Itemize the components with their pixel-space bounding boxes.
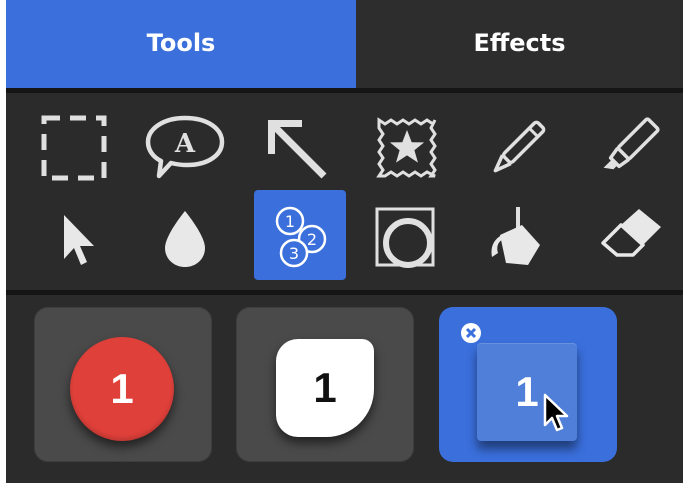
red-circle-badge: 1 bbox=[70, 337, 174, 441]
eraser-icon bbox=[601, 209, 661, 257]
tool-blur[interactable] bbox=[139, 192, 231, 282]
arrow-icon bbox=[268, 120, 327, 179]
tool-eraser[interactable] bbox=[583, 192, 675, 282]
rectangle-select-icon bbox=[41, 115, 107, 181]
tool-rectangle-select[interactable] bbox=[28, 103, 120, 193]
tool-grid: A 1 2 3 bbox=[6, 93, 683, 290]
white-leaf-badge: 1 bbox=[276, 339, 374, 437]
style-red-circle[interactable]: 1 bbox=[34, 307, 212, 462]
highlighter-icon bbox=[603, 117, 660, 170]
style-blue-square[interactable]: 1 bbox=[439, 307, 617, 462]
tool-highlighter[interactable] bbox=[583, 103, 675, 193]
shape-icon bbox=[375, 207, 435, 268]
tool-pointer[interactable] bbox=[28, 192, 120, 282]
style-white-leaf[interactable]: 1 bbox=[236, 307, 414, 462]
svg-text:3: 3 bbox=[289, 244, 299, 263]
remove-style-icon[interactable] bbox=[459, 321, 483, 345]
counter-style-row: 1 1 1 bbox=[6, 295, 683, 483]
tool-stamp[interactable] bbox=[361, 103, 453, 193]
tool-shape[interactable] bbox=[361, 192, 453, 282]
svg-text:1: 1 bbox=[285, 212, 295, 231]
svg-text:2: 2 bbox=[307, 230, 317, 249]
stamp-icon bbox=[376, 117, 437, 178]
tool-fill[interactable] bbox=[472, 192, 564, 282]
counter-icon: 1 2 3 bbox=[275, 206, 327, 268]
pen-icon bbox=[493, 120, 546, 173]
tool-pen[interactable] bbox=[472, 103, 564, 193]
mouse-cursor-icon bbox=[543, 393, 569, 432]
speech-bubble-text-icon: A bbox=[145, 115, 225, 179]
svg-text:A: A bbox=[174, 129, 196, 159]
blur-drop-icon bbox=[165, 211, 205, 267]
tools-panel: Tools Effects A 1 2 3 1 1 1 bbox=[6, 0, 683, 483]
pointer-icon bbox=[64, 215, 94, 265]
fill-bucket-icon bbox=[491, 207, 540, 265]
tool-counter[interactable]: 1 2 3 bbox=[254, 190, 346, 280]
tool-arrow[interactable] bbox=[250, 103, 342, 193]
tab-bar: Tools Effects bbox=[6, 0, 683, 88]
tool-speech-bubble[interactable]: A bbox=[139, 103, 231, 193]
tab-tools[interactable]: Tools bbox=[6, 0, 356, 88]
tab-effects[interactable]: Effects bbox=[356, 0, 683, 88]
